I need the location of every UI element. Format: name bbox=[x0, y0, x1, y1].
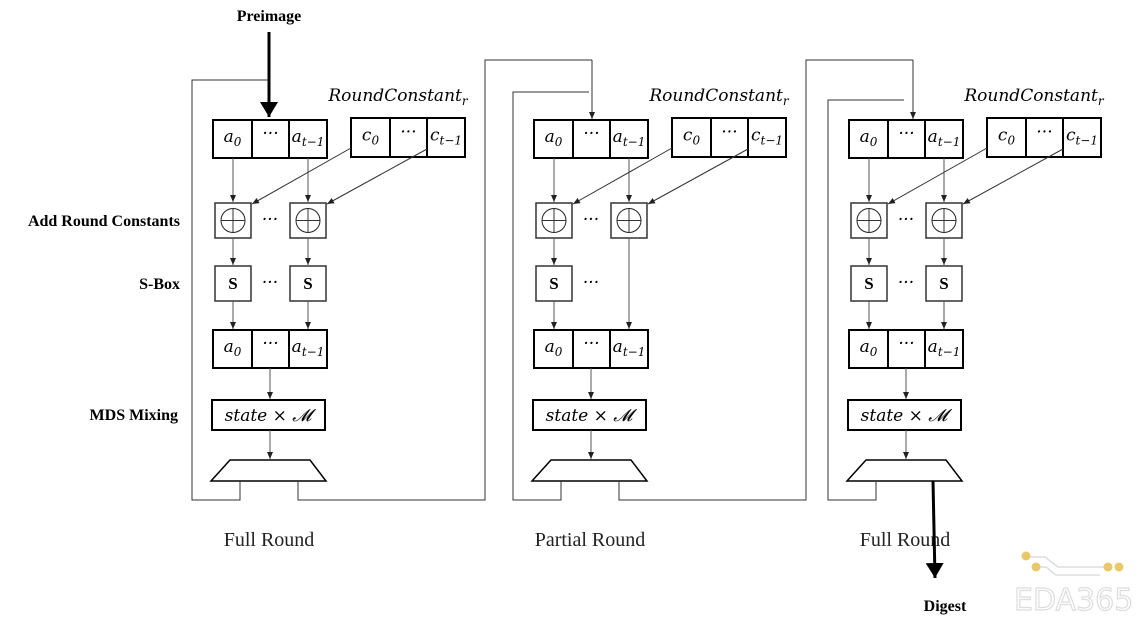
watermark-dot bbox=[1021, 551, 1031, 561]
watermark-trace bbox=[1036, 566, 1100, 576]
state-input-cell-label: ··· bbox=[898, 124, 914, 144]
sbox-label: S bbox=[549, 274, 558, 293]
watermark-dot bbox=[1031, 562, 1041, 572]
digest-arrow bbox=[925, 480, 944, 579]
round-constant-cell-label: ··· bbox=[721, 123, 737, 143]
diagram-canvas: Preimage Add Round Constants S-Box MDS M… bbox=[28, 8, 1134, 619]
preimage-label: Preimage bbox=[237, 8, 302, 25]
sbox-label: S bbox=[864, 274, 873, 293]
xor-ellipsis: ··· bbox=[898, 210, 914, 230]
state-output-cell-label: ··· bbox=[583, 334, 599, 354]
state-output-cell-label: ··· bbox=[898, 334, 914, 354]
output-trapezoid bbox=[209, 459, 328, 482]
state-input-cell-label: ··· bbox=[262, 124, 278, 144]
add-round-constants-label: Add Round Constants bbox=[28, 213, 180, 230]
sbox-ellipsis: ··· bbox=[583, 273, 599, 293]
round-constant-label: RoundConstantr bbox=[327, 86, 468, 108]
watermark-dot bbox=[1103, 562, 1113, 572]
watermark-dot bbox=[1114, 562, 1124, 572]
round-1-full: RoundConstantra0 ··· at−1 c0 ··· ct−1···S S···… bbox=[191, 59, 595, 551]
round-caption: Partial Round bbox=[535, 529, 646, 551]
output-trapezoid bbox=[530, 459, 649, 482]
poseidon-hash-diagram: Preimage Add Round Constants S-Box MDS M… bbox=[0, 0, 1141, 621]
round-constant-cell-label: ··· bbox=[1036, 123, 1052, 143]
round-constant-label: RoundConstantr bbox=[648, 86, 789, 108]
round-3-full: RoundConstantra0 ··· at−1 c0 ··· ct−1···S S···… bbox=[827, 86, 1105, 551]
round-constant-cell-label: ··· bbox=[400, 123, 416, 143]
sbox-row-label: S-Box bbox=[139, 276, 180, 293]
state-input-cell-label: ··· bbox=[583, 124, 599, 144]
sbox-label: S bbox=[303, 274, 312, 293]
sbox-ellipsis: ··· bbox=[898, 273, 914, 293]
watermark-logo: EDA365 bbox=[1013, 551, 1134, 619]
state-output-cell-label: ··· bbox=[262, 334, 278, 354]
output-trapezoid bbox=[845, 459, 964, 482]
mds-mixing-label: MDS Mixing bbox=[90, 407, 178, 424]
rounds: RoundConstantra0 ··· at−1 c0 ··· ct−1···S S···… bbox=[191, 32, 1105, 579]
xor-ellipsis: ··· bbox=[583, 210, 599, 230]
mds-label: state × 𝓜 bbox=[225, 406, 317, 426]
mds-label: state × 𝓜 bbox=[546, 406, 638, 426]
sbox-ellipsis: ··· bbox=[262, 273, 278, 293]
digest-label: Digest bbox=[924, 598, 967, 615]
sbox-label: S bbox=[939, 274, 948, 293]
watermark-text: EDA365 bbox=[1014, 583, 1133, 618]
round-caption: Full Round bbox=[860, 529, 951, 551]
mds-label: state × 𝓜 bbox=[861, 406, 953, 426]
xor-ellipsis: ··· bbox=[262, 210, 278, 230]
sbox-label: S bbox=[228, 274, 237, 293]
round-constant-label: RoundConstantr bbox=[963, 86, 1104, 108]
round-caption: Full Round bbox=[224, 529, 315, 551]
watermark-circuit-icon bbox=[1021, 551, 1124, 576]
